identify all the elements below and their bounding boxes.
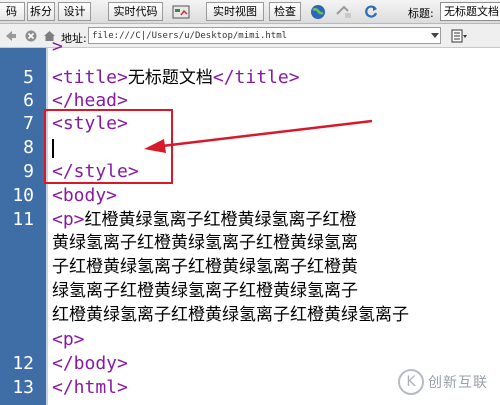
watermark-logo: K 创新互联 — [398, 362, 500, 402]
annotation-arrow — [144, 119, 373, 153]
logo-mark: K — [398, 369, 424, 395]
logo-text: 创新互联 — [428, 375, 488, 391]
